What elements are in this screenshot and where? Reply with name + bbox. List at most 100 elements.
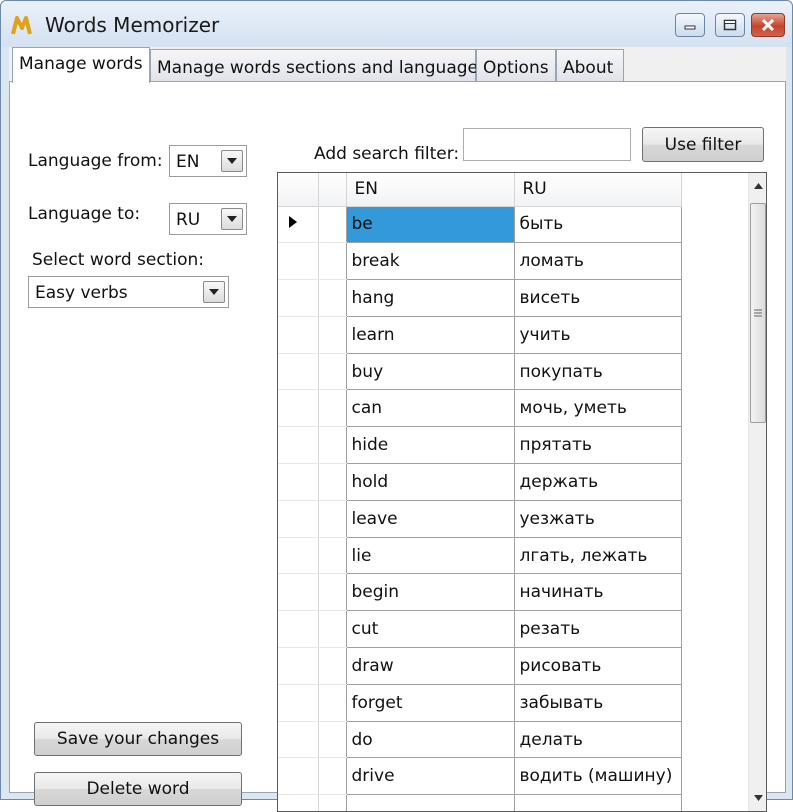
table-row[interactable]: be быть [278,206,682,244]
title-bar[interactable]: Words Memorizer [1,1,792,47]
tab-options[interactable]: Options [476,49,556,82]
row-header-extra[interactable] [318,242,347,281]
column-header-ru[interactable]: RU [514,173,682,207]
cell-en[interactable]: be [346,206,515,244]
cell-en[interactable]: leave [346,500,515,538]
table-row[interactable]: cut резать [278,610,682,649]
scroll-down-button[interactable] [749,789,766,807]
language-to-select[interactable]: RU [169,203,247,235]
row-header-extra[interactable] [318,684,347,722]
cell-en[interactable]: cut [346,610,515,649]
cell-en[interactable]: buy [346,353,515,391]
row-header[interactable] [278,463,319,501]
row-header-extra[interactable] [318,500,347,538]
minimize-button[interactable] [675,13,705,37]
row-header[interactable] [278,573,319,612]
cell-ru[interactable]: быть [514,206,682,244]
cell-ru[interactable]: начинать [514,573,682,612]
cell-ru[interactable]: ломать [514,242,682,281]
table-row[interactable]: break ломать [278,242,682,281]
close-button[interactable] [751,13,785,37]
cell-en[interactable]: can [346,389,515,428]
row-header-extra[interactable] [318,353,347,391]
table-row[interactable]: learn учить [278,316,682,354]
row-header[interactable] [278,647,319,685]
row-header-extra[interactable] [318,206,347,244]
cell-ru[interactable]: держать [514,463,682,501]
row-header[interactable] [278,794,319,811]
scroll-thumb[interactable] [750,203,766,423]
tab-manage-sections[interactable]: Manage words sections and languages [150,49,487,82]
row-header[interactable] [278,684,319,722]
row-header-extra[interactable] [318,610,347,649]
table-row[interactable]: hold держать [278,463,682,501]
table-row[interactable]: leave уезжать [278,500,682,538]
row-header[interactable] [278,279,319,317]
vertical-scrollbar[interactable] [748,173,766,811]
cell-en[interactable]: learn [346,316,515,354]
table-row[interactable]: do делать [278,721,682,759]
table-row[interactable]: begin начинать [278,573,682,612]
row-header[interactable] [278,426,319,465]
cell-en[interactable]: lie [346,537,515,575]
table-row[interactable]: hide прятать [278,426,682,465]
table-row[interactable]: lie лгать, лежать [278,537,682,575]
row-header[interactable] [278,610,319,649]
use-filter-button[interactable]: Use filter [642,127,764,162]
row-header[interactable] [278,206,319,244]
row-header-extra[interactable] [318,794,347,811]
row-header-extra[interactable] [318,757,347,796]
row-header-extra[interactable] [318,316,347,354]
words-grid[interactable]: EN RU be быть break ломать hang висеть learn уч… [277,172,767,812]
cell-ru[interactable]: покупать [514,353,682,391]
row-header[interactable] [278,316,319,354]
cell-ru[interactable]: резать [514,610,682,649]
row-header-extra[interactable] [318,537,347,575]
cell-en[interactable]: draw [346,647,515,685]
row-header[interactable] [278,537,319,575]
delete-word-button[interactable]: Delete word [34,772,242,806]
tab-about[interactable]: About [556,49,624,82]
cell-ru[interactable]: забывать [514,684,682,722]
cell-en[interactable]: hold [346,463,515,501]
maximize-button[interactable] [715,13,745,37]
tab-manage-words[interactable]: Manage words [12,47,150,83]
scroll-up-button[interactable] [749,177,766,195]
cell-ru[interactable]: лгать, лежать [514,537,682,575]
table-row[interactable]: forget забывать [278,684,682,722]
table-row[interactable] [278,794,682,811]
column-header-en[interactable]: EN [346,173,515,207]
cell-ru[interactable]: уезжать [514,500,682,538]
cell-en[interactable]: hang [346,279,515,317]
row-header[interactable] [278,353,319,391]
row-header-extra[interactable] [318,721,347,759]
search-filter-input[interactable] [463,128,631,161]
section-dropdown-button[interactable] [203,281,225,303]
row-header-extra[interactable] [318,573,347,612]
row-header[interactable] [278,242,319,281]
language-from-dropdown-button[interactable] [221,150,243,172]
cell-ru[interactable]: учить [514,316,682,354]
cell-en[interactable]: drive [346,757,515,796]
section-select[interactable]: Easy verbs [28,276,229,308]
language-to-dropdown-button[interactable] [221,208,243,230]
cell-en[interactable]: break [346,242,515,281]
cell-ru[interactable]: прятать [514,426,682,465]
cell-ru[interactable]: мочь, уметь [514,389,682,428]
cell-en[interactable]: do [346,721,515,759]
table-row[interactable]: drive водить (машину) [278,757,682,796]
table-row[interactable]: can мочь, уметь [278,389,682,428]
save-changes-button[interactable]: Save your changes [34,722,242,756]
cell-ru[interactable]: водить (машину) [514,757,682,796]
row-header[interactable] [278,389,319,428]
row-header[interactable] [278,500,319,538]
cell-ru[interactable]: рисовать [514,647,682,685]
cell-ru[interactable]: делать [514,721,682,759]
cell-ru[interactable] [514,794,682,811]
table-row[interactable]: buy покупать [278,353,682,391]
table-row[interactable]: draw рисовать [278,647,682,685]
row-header-extra[interactable] [318,279,347,317]
row-header-extra[interactable] [318,647,347,685]
cell-en[interactable]: forget [346,684,515,722]
row-header[interactable] [278,757,319,796]
